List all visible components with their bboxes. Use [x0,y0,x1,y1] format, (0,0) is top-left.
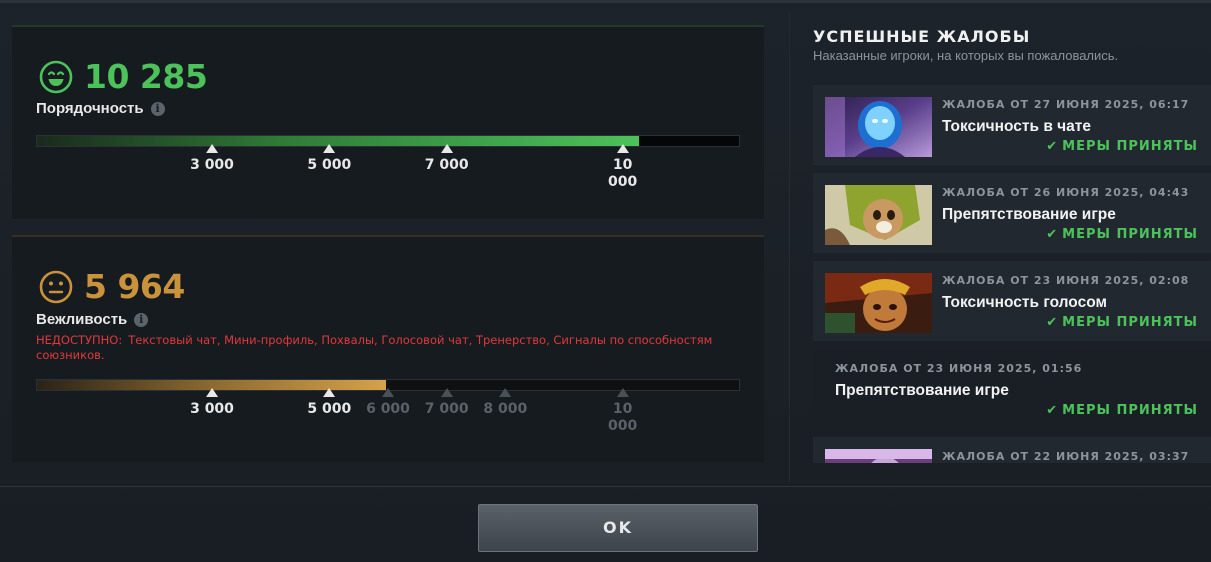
neutral-face-icon [39,270,73,303]
threshold-marker: 5 000 [307,388,351,418]
reports-subtitle: Наказанные игроки, на которых вы пожалов… [813,48,1119,63]
hero-portrait-arc-warden [825,97,932,157]
threshold-label: 3 000 [190,157,234,173]
status-text: МЕРЫ ПРИНЯТЫ [1062,403,1198,418]
threshold-label: 6 000 [366,401,410,417]
threshold-label: 10 000 [608,157,638,190]
triangle-marker-icon [440,144,453,153]
threshold-marker: 7 000 [425,144,469,174]
report-reason: Токсичность голосом [942,294,1107,311]
happy-face-icon [39,60,73,93]
ok-button[interactable]: OK [478,504,758,552]
threshold-label: 8 000 [483,401,528,417]
reports-title: УСПЕШНЫЕ ЖАЛОБЫ [813,27,1031,46]
threshold-marker: 3 000 [190,388,234,418]
report-status: ✔ МЕРЫ ПРИНЯТЫ [1046,227,1198,242]
report-item[interactable]: ЖАЛОБА ОТ 23 ИЮНЯ 2025, 02:08 Токсичност… [813,261,1211,341]
top-border [0,0,1211,3]
unavailable-list: Текстовый чат, Мини-профиль, Похвалы, Го… [36,333,713,362]
hero-portrait-hoodwink [825,185,932,245]
politeness-label: Вежливость i [36,311,149,328]
decency-score: 10 285 [84,57,208,96]
checkmark-icon: ✔ [1046,315,1059,330]
report-item[interactable]: ЖАЛОБА ОТ 26 ИЮНЯ 2025, 04:43 Препятство… [813,173,1211,253]
politeness-label-text: Вежливость [36,311,128,328]
decency-label: Порядочность i [36,100,165,117]
unavailable-prefix: НЕДОСТУПНО: [36,333,123,347]
triangle-marker-icon [206,144,218,153]
threshold-marker: 8 000 [483,388,527,418]
triangle-marker-icon [440,388,453,397]
footer-divider [0,486,1211,487]
report-date: ЖАЛОБА ОТ 27 ИЮНЯ 2025, 06:17 [942,98,1190,111]
threshold-marker: 6 000 [366,388,410,418]
threshold-label: 3 000 [190,401,234,417]
report-reason: Препятствование игре [835,382,1009,399]
info-icon[interactable]: i [150,101,165,116]
triangle-marker-icon [499,388,512,397]
report-reason: Препятствование игре [942,206,1116,223]
threshold-label: 7 000 [424,157,469,173]
column-divider [789,12,790,482]
report-item[interactable]: ЖАЛОБА ОТ 27 ИЮНЯ 2025, 06:17 Токсичност… [813,85,1211,165]
status-text: МЕРЫ ПРИНЯТЫ [1062,139,1198,154]
threshold-marker: 3 000 [190,144,234,174]
decency-score-row: 10 285 [38,57,208,96]
report-date: ЖАЛОБА ОТ 26 ИЮНЯ 2025, 04:43 [942,186,1190,199]
report-reason: Токсичность в чате [942,118,1091,135]
threshold-marker: 10 000 [601,388,645,435]
politeness-score-row: 5 964 [38,267,185,306]
threshold-marker: 5 000 [307,144,351,174]
hero-portrait-monkey-king [825,273,932,333]
triangle-marker-icon [323,144,336,153]
triangle-marker-icon [616,388,629,397]
report-date: ЖАЛОБА ОТ 22 ИЮНЯ 2025, 03:37 [942,450,1190,463]
threshold-label: 10 000 [608,401,638,434]
decency-label-text: Порядочность [36,100,144,117]
report-status: ✔ МЕРЫ ПРИНЯТЫ [1046,403,1198,418]
report-status: ✔ МЕРЫ ПРИНЯТЫ [1046,139,1198,154]
reports-list[interactable]: ЖАЛОБА ОТ 27 ИЮНЯ 2025, 06:17 Токсичност… [813,85,1211,463]
hero-portrait-dazzle [825,449,932,463]
triangle-marker-icon [616,144,629,153]
info-icon[interactable]: i [134,312,149,327]
threshold-marker: 10 000 [601,144,645,191]
unavailable-features: НЕДОСТУПНО: Текстовый чат, Мини-профиль, … [36,333,736,363]
checkmark-icon: ✔ [1046,403,1059,418]
report-status: ✔ МЕРЫ ПРИНЯТЫ [1046,315,1198,330]
threshold-label: 5 000 [307,401,352,417]
checkmark-icon: ✔ [1046,227,1059,242]
threshold-marker: 7 000 [425,388,469,418]
decency-panel: 10 285 Порядочность i 3 000 5 000 7 000 10 … [12,25,764,219]
report-summary-window: 10 285 Порядочность i 3 000 5 000 7 000 10 … [0,0,1211,562]
triangle-marker-icon [206,388,218,397]
report-date: ЖАЛОБА ОТ 23 ИЮНЯ 2025, 02:08 [942,274,1190,287]
politeness-panel: 5 964 Вежливость i НЕДОСТУПНО: Текстовый … [12,235,764,462]
report-item[interactable]: ЖАЛОБА ОТ 22 ИЮНЯ 2025, 03:37 [813,437,1211,463]
politeness-score: 5 964 [84,267,185,306]
triangle-marker-icon [323,388,336,397]
status-text: МЕРЫ ПРИНЯТЫ [1062,227,1198,242]
triangle-marker-icon [382,388,394,397]
threshold-label: 5 000 [307,157,352,173]
status-text: МЕРЫ ПРИНЯТЫ [1062,315,1198,330]
report-date: ЖАЛОБА ОТ 23 ИЮНЯ 2025, 01:56 [835,362,1083,375]
report-item[interactable]: ЖАЛОБА ОТ 23 ИЮНЯ 2025, 01:56 Препятство… [813,349,1211,429]
threshold-label: 7 000 [424,401,469,417]
checkmark-icon: ✔ [1046,139,1059,154]
